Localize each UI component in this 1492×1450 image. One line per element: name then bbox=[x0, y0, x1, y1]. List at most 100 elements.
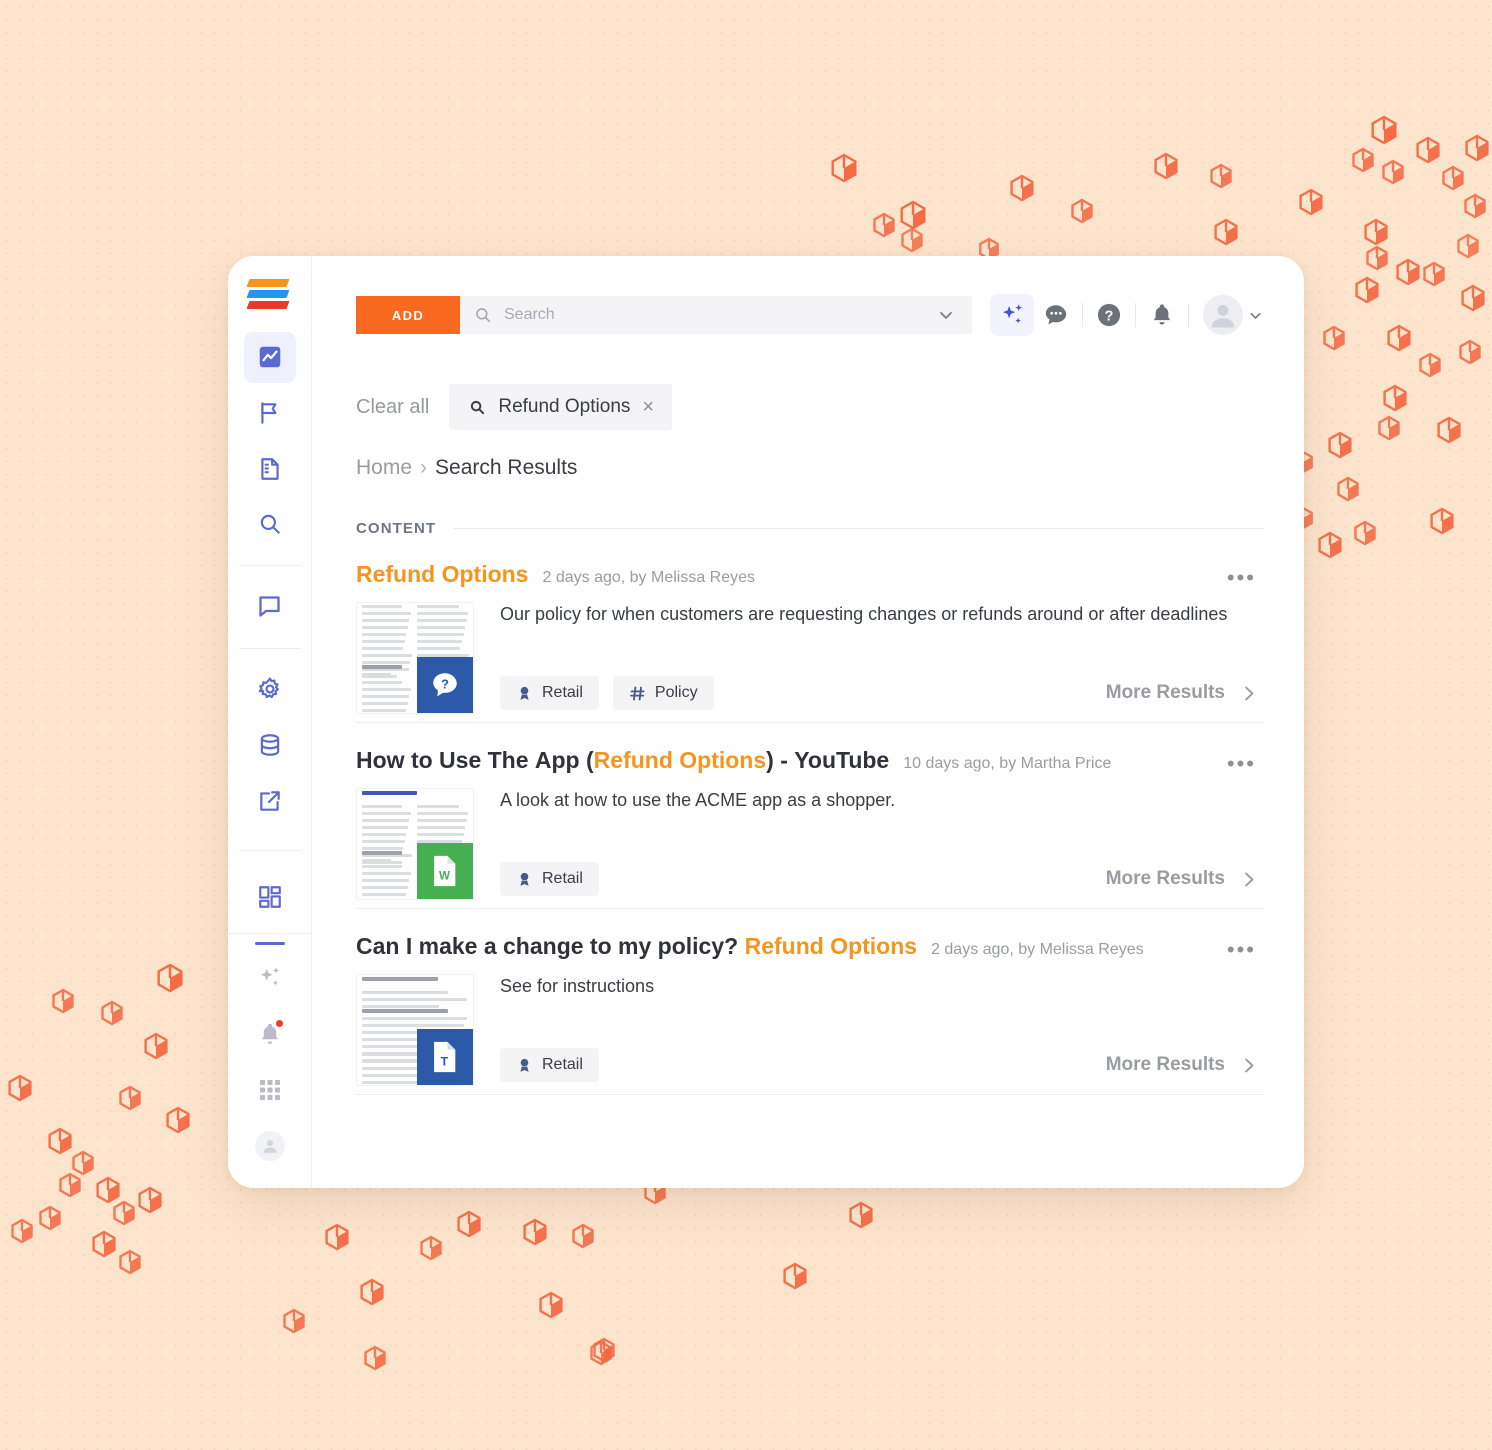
result-thumbnail[interactable]: ? bbox=[356, 602, 474, 714]
chart-line-icon bbox=[259, 347, 280, 368]
apps-grid-icon bbox=[259, 1080, 280, 1100]
question-bubble-icon: ? bbox=[433, 673, 457, 697]
thumbnail-text-lines bbox=[362, 681, 412, 713]
notifications-button[interactable] bbox=[1140, 294, 1184, 336]
result-title-segment: Refund Options bbox=[356, 561, 529, 587]
more-results-link[interactable]: More Results bbox=[1106, 868, 1264, 890]
chevron-down-icon[interactable] bbox=[1247, 307, 1264, 324]
thumbnail-line bbox=[417, 805, 460, 808]
result-overflow-menu-button[interactable]: ••• bbox=[1227, 567, 1256, 589]
sidebar-apps[interactable] bbox=[244, 1064, 296, 1116]
result-description: A look at how to use the ACME app as a s… bbox=[500, 790, 896, 810]
sidebar-collapse-handle[interactable] bbox=[254, 942, 285, 945]
help-button[interactable]: ? bbox=[1087, 294, 1131, 336]
search-icon bbox=[260, 515, 280, 534]
thumbnail-line bbox=[417, 619, 467, 622]
chevron-right-icon bbox=[1245, 872, 1254, 886]
thumbnail-line bbox=[417, 819, 467, 822]
notification-badge-dot bbox=[274, 1019, 284, 1028]
main-content: ADD Search ? Clear all Refund Options × … bbox=[312, 256, 1304, 1188]
logo-bar-blue bbox=[246, 289, 289, 298]
search-results-list: Refund Options 2 days ago, by Melissa Rey… bbox=[356, 537, 1264, 1095]
header-divider bbox=[1188, 303, 1189, 327]
sidebar-item-data[interactable] bbox=[244, 719, 296, 771]
content-section-heading: CONTENT bbox=[356, 520, 437, 537]
ai-assist-button[interactable] bbox=[990, 294, 1034, 336]
result-tag[interactable]: Retail bbox=[500, 1048, 599, 1082]
ribbon-icon bbox=[516, 1057, 533, 1074]
text-doc-icon: T bbox=[434, 1041, 456, 1073]
more-results-link[interactable]: More Results bbox=[1106, 1054, 1264, 1076]
sidebar-item-messages[interactable] bbox=[244, 581, 296, 633]
hash-icon bbox=[630, 686, 645, 700]
chevron-down-icon[interactable] bbox=[936, 305, 956, 325]
header-divider bbox=[1082, 303, 1083, 327]
result-title[interactable]: Can I make a change to my policy? Refund… bbox=[356, 933, 917, 960]
thumbnail-line bbox=[417, 626, 466, 629]
sidebar-divider bbox=[238, 647, 301, 649]
result-footer: Retail Policy More Results bbox=[500, 676, 1264, 714]
thumbnail-line bbox=[362, 695, 409, 698]
sidebar-divider bbox=[238, 565, 301, 567]
thumbnail-type-badge: T bbox=[417, 1029, 473, 1085]
sidebar-profile[interactable] bbox=[244, 1120, 296, 1172]
svg-text:W: W bbox=[439, 871, 450, 883]
more-results-link[interactable]: More Results bbox=[1106, 682, 1264, 704]
result-title-segment: How to Use The App ( bbox=[356, 747, 594, 773]
thumbnail-line bbox=[362, 872, 411, 875]
thumbnail-type-badge: W bbox=[417, 843, 473, 899]
sidebar-item-dashboard[interactable] bbox=[244, 871, 296, 923]
thumbnail-text-lines bbox=[362, 865, 412, 899]
result-tag[interactable]: Policy bbox=[612, 676, 714, 710]
sidebar-bottom-divider bbox=[228, 933, 311, 934]
sidebar-avatar bbox=[254, 1131, 285, 1161]
result-overflow-menu-button[interactable]: ••• bbox=[1227, 939, 1256, 961]
result-thumbnail[interactable]: T bbox=[356, 974, 474, 1086]
sidebar-item-settings[interactable] bbox=[244, 664, 296, 716]
result-title[interactable]: How to Use The App (Refund Options) - Yo… bbox=[356, 747, 889, 774]
sidebar-item-search[interactable] bbox=[244, 498, 296, 550]
app-logo[interactable] bbox=[246, 272, 292, 316]
result-details: Our policy for when customers are reques… bbox=[474, 602, 1264, 714]
clear-all-button[interactable]: Clear all bbox=[356, 396, 429, 419]
sidebar-ai-assistant[interactable] bbox=[244, 952, 296, 1004]
result-title[interactable]: Refund Options bbox=[356, 561, 528, 588]
thumbnail-line bbox=[362, 819, 409, 822]
result-thumbnail[interactable]: W bbox=[356, 788, 474, 900]
result-overflow-menu-button[interactable]: ••• bbox=[1227, 753, 1256, 775]
result-tag[interactable]: Retail bbox=[500, 862, 599, 896]
thumbnail-heading bbox=[362, 791, 422, 799]
user-avatar[interactable] bbox=[1203, 295, 1243, 335]
add-button[interactable]: ADD bbox=[356, 296, 460, 334]
search-input[interactable] bbox=[504, 306, 936, 324]
breadcrumb-home[interactable]: Home bbox=[356, 456, 412, 480]
result-footer: Retail More Results bbox=[500, 1048, 1264, 1086]
result-tag-label: Policy bbox=[654, 684, 698, 701]
thumbnail-line bbox=[362, 633, 406, 636]
sidebar-notifications[interactable] bbox=[244, 1008, 296, 1060]
sidebar-item-open-external[interactable] bbox=[244, 775, 296, 827]
result-tag[interactable]: Retail bbox=[500, 676, 599, 710]
logo-bar-orange bbox=[246, 278, 289, 287]
thumbnail-line bbox=[417, 812, 469, 815]
word-doc-icon: W bbox=[434, 855, 456, 887]
result-tag-label: Retail bbox=[542, 870, 583, 887]
thumbnail-line bbox=[362, 626, 408, 629]
thumbnail-line bbox=[362, 647, 403, 650]
result-title-segment: ) - YouTube bbox=[766, 747, 890, 773]
messages-button[interactable] bbox=[1034, 294, 1078, 336]
sidebar-item-documents[interactable] bbox=[244, 443, 296, 495]
thumbnail-line bbox=[362, 847, 403, 850]
close-icon[interactable]: × bbox=[642, 397, 654, 417]
content-section: CONTENT Refund Options 2 days ago, by Mel… bbox=[356, 520, 1264, 1095]
thumbnail-line bbox=[362, 1017, 467, 1020]
sidebar-item-flags[interactable] bbox=[244, 387, 296, 439]
sidebar-item-analytics[interactable] bbox=[243, 331, 296, 384]
sidebar bbox=[228, 256, 312, 1188]
search-icon bbox=[471, 400, 485, 414]
search-bar[interactable] bbox=[460, 296, 972, 334]
result-footer: Retail More Results bbox=[500, 862, 1264, 900]
filter-chip-refund-options[interactable]: Refund Options × bbox=[449, 384, 673, 430]
result-title-segment: Refund Options bbox=[744, 933, 918, 959]
external-link-icon bbox=[259, 790, 280, 811]
